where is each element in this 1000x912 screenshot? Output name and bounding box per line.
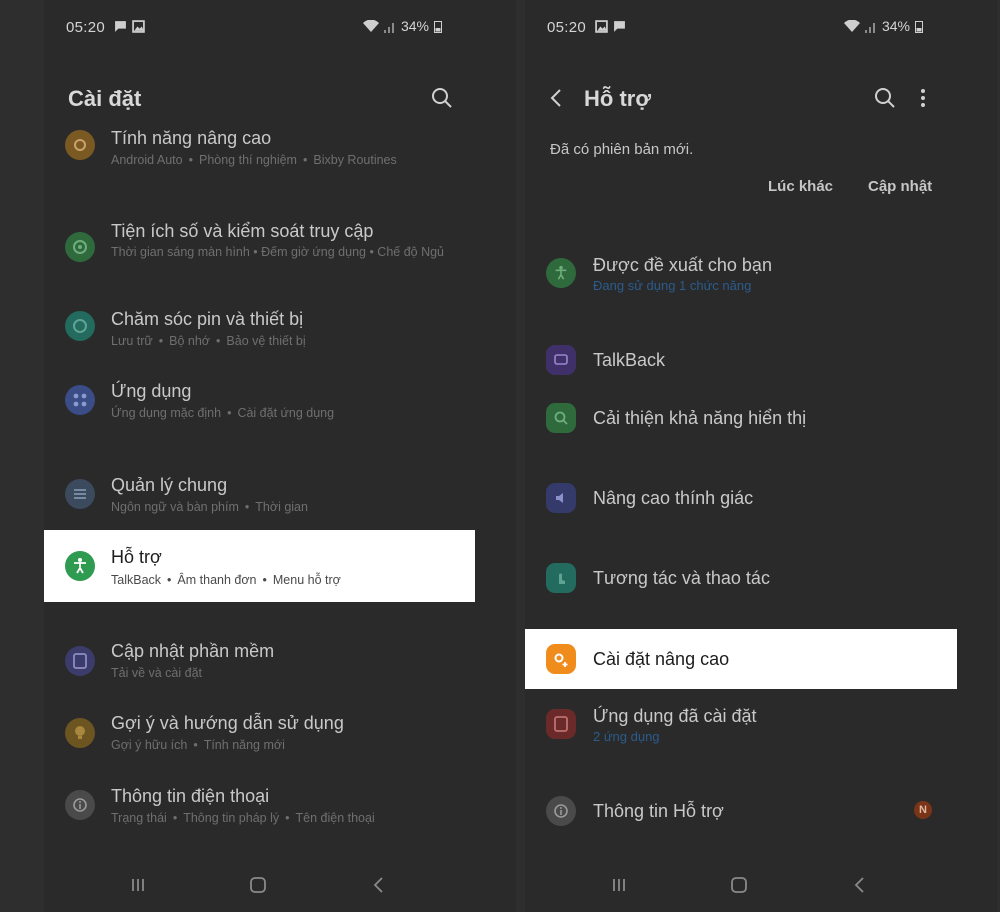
- status-bar: 05:20 34%: [44, 0, 516, 56]
- signal-icon: [864, 22, 875, 33]
- item-subtitle: Gợi ý hữu ích • Tính năng mới: [111, 738, 285, 752]
- accessibility-icon: [65, 551, 95, 581]
- item-title: Thông tin Hỗ trợ: [593, 801, 724, 821]
- wifi-icon: [362, 19, 379, 32]
- later-button[interactable]: Lúc khác: [768, 178, 833, 195]
- apps-icon: [65, 385, 95, 415]
- recent-apps-icon[interactable]: [126, 873, 150, 897]
- settings-item-tips[interactable]: Gợi ý và hướng dẫn sử dụng Gợi ý hữu ích…: [44, 710, 516, 758]
- status-bar: 05:20 34%: [525, 0, 997, 56]
- recent-apps-icon[interactable]: [607, 873, 631, 897]
- back-arrow-icon[interactable]: [545, 86, 569, 110]
- page-title: Hỗ trợ: [584, 86, 651, 111]
- settings-item-device-care[interactable]: Chăm sóc pin và thiết bị Lưu trữ • Bộ nhớ •…: [44, 306, 516, 354]
- gallery-notification-icon: [595, 20, 608, 33]
- search-icon[interactable]: [430, 86, 454, 110]
- device-care-icon: [65, 311, 95, 341]
- item-subtitle: Tải về và cài đặt: [111, 666, 203, 680]
- item-title: Hỗ trợ: [111, 547, 162, 567]
- item-title: Tính năng nâng cao: [111, 128, 272, 148]
- signal-icon: [383, 22, 394, 33]
- item-title: Thông tin điện thoại: [111, 786, 270, 806]
- talkback-icon: [546, 345, 576, 375]
- gear-plus-icon: [65, 130, 95, 160]
- item-subtitle: Trạng thái • Thông tin pháp lý • Tên điện th…: [111, 811, 375, 825]
- update-button[interactable]: Cập nhật: [868, 178, 932, 195]
- item-title: TalkBack: [593, 350, 666, 370]
- accessibility-item-recommended[interactable]: Được đề xuất cho bạn Đang sử dụng 1 chức…: [525, 250, 997, 302]
- item-subtitle: Android Auto • Phòng thí nghiệm • Bixby Rout…: [111, 153, 397, 167]
- home-icon[interactable]: [727, 873, 751, 897]
- item-title: Ứng dụng đã cài đặt: [593, 706, 757, 726]
- item-title: Tương tác và thao tác: [593, 568, 770, 588]
- navigation-bar: [525, 856, 997, 912]
- wifi-icon: [843, 19, 860, 32]
- item-subtitle: 2 ứng dụng: [593, 729, 660, 744]
- accessibility-screen: 05:20 34% Hỗ trợ Đã có phiên bản mới. Lú…: [525, 0, 997, 912]
- more-options-icon[interactable]: [911, 86, 935, 110]
- battery-icon: [434, 20, 442, 33]
- item-title: Gợi ý và hướng dẫn sử dụng: [111, 713, 344, 733]
- settings-item-about-phone[interactable]: Thông tin điện thoại Trạng thái • Thông ti…: [44, 783, 516, 831]
- info-icon: [546, 796, 576, 826]
- message-notification-icon: [115, 21, 126, 32]
- accessibility-item-advanced-settings[interactable]: Cài đặt nâng cao: [525, 629, 957, 689]
- item-title: Được đề xuất cho bạn: [593, 255, 772, 275]
- item-subtitle: Đang sử dụng 1 chức năng: [593, 278, 752, 293]
- battery-percent: 34%: [881, 18, 910, 34]
- accessibility-item-hearing[interactable]: Nâng cao thính giác: [525, 480, 997, 520]
- status-time: 05:20: [547, 19, 587, 36]
- settings-item-digital-wellbeing[interactable]: Tiện ích số và kiểm soát truy cập Thời g…: [44, 218, 516, 280]
- new-badge: N: [914, 801, 932, 819]
- accessibility-item-interaction[interactable]: Tương tác và thao tác: [525, 560, 997, 600]
- battery-icon: [915, 20, 923, 33]
- accessibility-item-about[interactable]: Thông tin Hỗ trợ N: [525, 792, 997, 832]
- home-icon[interactable]: [246, 873, 270, 897]
- search-icon[interactable]: [873, 86, 897, 110]
- settings-item-software-update[interactable]: Cập nhật phần mềm Tải về và cài đặt: [44, 638, 516, 686]
- info-icon: [65, 790, 95, 820]
- navigation-bar: [44, 856, 516, 912]
- item-subtitle: Thời gian sáng màn hình • Đếm giờ ứng dụ…: [111, 245, 445, 259]
- update-message: Đã có phiên bản mới.: [550, 141, 694, 158]
- wellbeing-icon: [65, 232, 95, 262]
- software-update-icon: [65, 646, 95, 676]
- settings-item-accessibility[interactable]: Hỗ trợ TalkBack • Âm thanh đơn • Menu hỗ trợ: [44, 530, 475, 602]
- gear-plus-icon: [546, 644, 576, 674]
- sliders-icon: [65, 479, 95, 509]
- settings-item-general-management[interactable]: Quản lý chung Ngôn ngữ và bàn phím • Thời …: [44, 472, 516, 520]
- item-subtitle: TalkBack • Âm thanh đơn • Menu hỗ trợ: [111, 573, 341, 587]
- settings-item-advanced-features[interactable]: Tính năng nâng cao Android Auto • Phòng th…: [44, 124, 516, 184]
- message-notification-icon: [614, 21, 625, 32]
- settings-item-apps[interactable]: Ứng dụng Ứng dụng mặc định • Cài đặt ứng d…: [44, 378, 516, 426]
- item-title: Quản lý chung: [111, 475, 228, 495]
- item-title: Cải thiện khả năng hiển thị: [593, 408, 807, 428]
- item-subtitle: Ứng dụng mặc định • Cài đặt ứng dụng: [111, 406, 335, 420]
- item-title: Nâng cao thính giác: [593, 488, 754, 508]
- status-time: 05:20: [66, 19, 106, 36]
- back-icon[interactable]: [367, 873, 391, 897]
- item-subtitle: Ngôn ngữ và bàn phím • Thời gian: [111, 500, 308, 514]
- item-subtitle: Lưu trữ • Bộ nhớ • Bảo vệ thiết bị: [111, 334, 306, 348]
- hearing-icon: [546, 483, 576, 513]
- installed-apps-icon: [546, 709, 576, 739]
- item-title: Tiện ích số và kiểm soát truy cập: [111, 221, 374, 241]
- accessibility-item-visibility[interactable]: Cải thiện khả năng hiển thị: [525, 400, 997, 440]
- gallery-notification-icon: [132, 20, 145, 33]
- recommended-icon: [546, 258, 576, 288]
- item-title: Chăm sóc pin và thiết bị: [111, 309, 304, 329]
- touch-icon: [546, 563, 576, 593]
- item-title: Cài đặt nâng cao: [593, 649, 730, 669]
- accessibility-item-installed-apps[interactable]: Ứng dụng đã cài đặt 2 ứng dụng: [525, 702, 997, 750]
- item-title: Ứng dụng: [111, 381, 192, 401]
- settings-screen: 05:20 34% Cài đặt Tính năng nâng cao And…: [44, 0, 516, 912]
- lightbulb-icon: [65, 718, 95, 748]
- item-title: Cập nhật phần mềm: [111, 641, 275, 661]
- page-title: Cài đặt: [68, 86, 142, 111]
- accessibility-item-talkback[interactable]: TalkBack: [525, 342, 997, 382]
- back-icon[interactable]: [848, 873, 872, 897]
- battery-percent: 34%: [400, 18, 429, 34]
- magnifier-icon: [546, 403, 576, 433]
